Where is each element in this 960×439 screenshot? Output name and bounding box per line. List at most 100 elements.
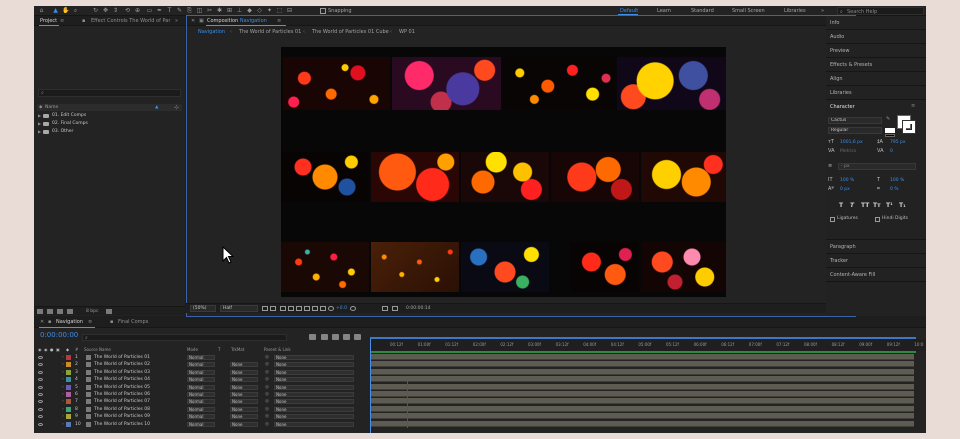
trkmat-dropdown[interactable]: None <box>230 369 258 375</box>
zoom-tool-icon[interactable]: ⌕ <box>72 7 79 14</box>
leading-value[interactable]: 795 px <box>890 140 906 145</box>
expand-arrow-icon[interactable]: ▶ <box>38 120 41 128</box>
channels-icon[interactable] <box>296 306 302 311</box>
layer-duration-bar[interactable] <box>370 376 914 383</box>
label-color-icon[interactable] <box>66 414 71 420</box>
label-icon[interactable]: ◆ <box>66 346 69 353</box>
trkmat-header[interactable]: TrkMat <box>231 346 244 353</box>
video-switch-icon[interactable]: ◉ <box>38 346 42 353</box>
baseline-shift-value[interactable]: 0 px <box>840 187 850 192</box>
trkmat-dropdown[interactable]: None <box>230 392 258 397</box>
expand-arrow-icon[interactable]: › <box>62 361 64 368</box>
layer-name[interactable]: The World of Particles 08 <box>94 406 150 413</box>
fast-previews-icon[interactable] <box>320 306 326 311</box>
mode-dropdown[interactable]: Normal <box>187 355 215 360</box>
layer-name[interactable]: The World of Particles 01 <box>94 354 150 361</box>
panel-effects-presets[interactable]: Effects & Presets <box>830 62 872 68</box>
time-ruler[interactable]: 00:12f 01:00f 01:12f 02:00f 02:12f 03:00f 03:1… <box>370 339 926 351</box>
parent-dropdown[interactable]: None <box>274 355 354 360</box>
home-icon[interactable]: ⌂ <box>38 7 45 14</box>
panel-audio[interactable]: Audio <box>830 34 844 40</box>
label-color-icon[interactable] <box>66 421 71 427</box>
transparency-grid-icon[interactable] <box>270 306 276 311</box>
snapping-checkbox[interactable] <box>320 8 326 14</box>
menu-icon[interactable]: ≡ <box>60 18 64 24</box>
label-color-icon[interactable] <box>66 362 71 368</box>
expand-arrow-icon[interactable]: › <box>62 413 64 420</box>
pick-whip-icon[interactable]: ◎ <box>265 354 269 361</box>
bpc-label[interactable]: 8 bpc <box>86 309 98 314</box>
motion-blur-icon[interactable] <box>354 334 361 340</box>
region-of-interest-icon[interactable] <box>262 306 268 311</box>
layer-name[interactable]: The World of Particles 06 <box>94 391 150 398</box>
pen-tool-icon[interactable]: ✒ <box>156 7 163 14</box>
layer-row[interactable]: › 5 The World of Particles 05 Normal None ◎ No… <box>34 384 370 391</box>
parent-header[interactable]: Parent & Link <box>264 346 291 353</box>
parent-dropdown[interactable]: None <box>274 399 354 405</box>
layer-row[interactable]: › 3 The World of Particles 03 Normal None ◎ No… <box>34 369 370 376</box>
layer-row[interactable]: › 10 The World of Particles 10 Normal None ◎ N… <box>34 421 370 428</box>
source-name-header[interactable]: Source Name <box>84 346 111 353</box>
trkmat-dropdown[interactable]: None <box>230 406 258 412</box>
mode-dropdown[interactable]: Normal <box>187 414 215 420</box>
eye-icon[interactable] <box>38 393 43 396</box>
layer-row[interactable]: › 9 The World of Particles 09 Normal None ◎ No… <box>34 413 370 420</box>
mask-visibility-icon[interactable] <box>280 306 286 311</box>
layer-name[interactable]: The World of Particles 02 <box>94 361 150 368</box>
orbit-tool-icon[interactable]: ↻ <box>92 7 99 14</box>
layer-name[interactable]: The World of Particles 07 <box>94 398 150 405</box>
layer-duration-bar[interactable] <box>370 405 914 412</box>
axis-tool-icon[interactable]: ⊥ <box>236 7 243 14</box>
pick-whip-icon[interactable]: ◎ <box>265 376 269 383</box>
layer-duration-bar[interactable] <box>370 420 914 427</box>
stroke-color-icon[interactable] <box>902 120 916 134</box>
pick-whip-icon[interactable]: ◎ <box>265 413 269 420</box>
pick-whip-icon[interactable]: ◎ <box>265 361 269 368</box>
selection-tool-icon[interactable]: ▲ <box>52 7 59 14</box>
project-column-header[interactable]: ◆ Name ▲ <box>37 104 182 111</box>
frame-blending-icon[interactable] <box>343 334 350 340</box>
expand-arrow-icon[interactable]: › <box>62 421 64 428</box>
pick-whip-icon[interactable]: ◎ <box>265 398 269 405</box>
eye-icon[interactable] <box>38 415 43 419</box>
label-color-icon[interactable] <box>66 392 71 397</box>
pick-whip-icon[interactable]: ◎ <box>265 391 269 398</box>
layer-name[interactable]: The World of Particles 03 <box>94 369 150 376</box>
workspace-libraries[interactable]: Libraries <box>784 8 806 14</box>
lock-switch-icon[interactable]: ▣ <box>56 346 60 353</box>
clone-tool-icon[interactable]: ⎘ <box>186 7 193 14</box>
horizontal-scale-value[interactable]: 100 % <box>890 178 904 183</box>
parent-dropdown[interactable]: None <box>274 384 354 390</box>
expand-arrow-icon[interactable]: › <box>62 398 64 405</box>
tab-final-comps[interactable]: Final Comps <box>118 319 148 325</box>
faux-italic-button[interactable]: T <box>850 202 854 209</box>
parent-dropdown[interactable]: None <box>274 421 354 427</box>
font-size-value[interactable]: 1001,6 px <box>840 140 863 145</box>
vertical-scale-value[interactable]: 100 % <box>840 178 854 183</box>
comp-mini-flowchart-icon[interactable] <box>309 334 316 340</box>
layer-row[interactable]: › 2 The World of Particles 02 Normal None ◎ No… <box>34 361 370 368</box>
eraser-tool-icon[interactable]: ◫ <box>196 7 203 14</box>
sort-icon[interactable]: ▲ <box>155 104 158 111</box>
panel-content-aware-fill[interactable]: Content-Aware Fill <box>830 272 875 278</box>
new-folder-icon[interactable] <box>47 309 53 314</box>
font-family-dropdown[interactable]: Cactus <box>828 117 882 124</box>
tool-icon[interactable]: ✦ <box>266 7 273 14</box>
hindi-digits-checkbox[interactable] <box>875 217 880 222</box>
workspace-standard[interactable]: Standard <box>691 8 714 14</box>
panel-preview[interactable]: Preview <box>830 48 849 54</box>
show-snapshot-icon[interactable] <box>392 306 398 311</box>
expand-arrow-icon[interactable]: ▶ <box>38 112 41 120</box>
grid-icon[interactable] <box>288 306 294 311</box>
puppet-tool-icon[interactable]: ✱ <box>216 7 223 14</box>
layer-duration-bar[interactable] <box>370 413 914 420</box>
layer-duration-bar[interactable] <box>370 383 914 390</box>
panel-libraries[interactable]: Libraries <box>830 90 852 96</box>
snapshot-icon[interactable] <box>382 306 388 311</box>
trkmat-dropdown[interactable]: None <box>230 421 258 427</box>
mode-header[interactable]: Mode <box>187 346 198 353</box>
subscript-button[interactable]: T₁ <box>899 202 906 209</box>
resolution-dropdown[interactable]: Half <box>220 305 258 312</box>
label-color-icon[interactable] <box>66 384 71 390</box>
tsume-value[interactable]: 0 % <box>890 187 899 192</box>
